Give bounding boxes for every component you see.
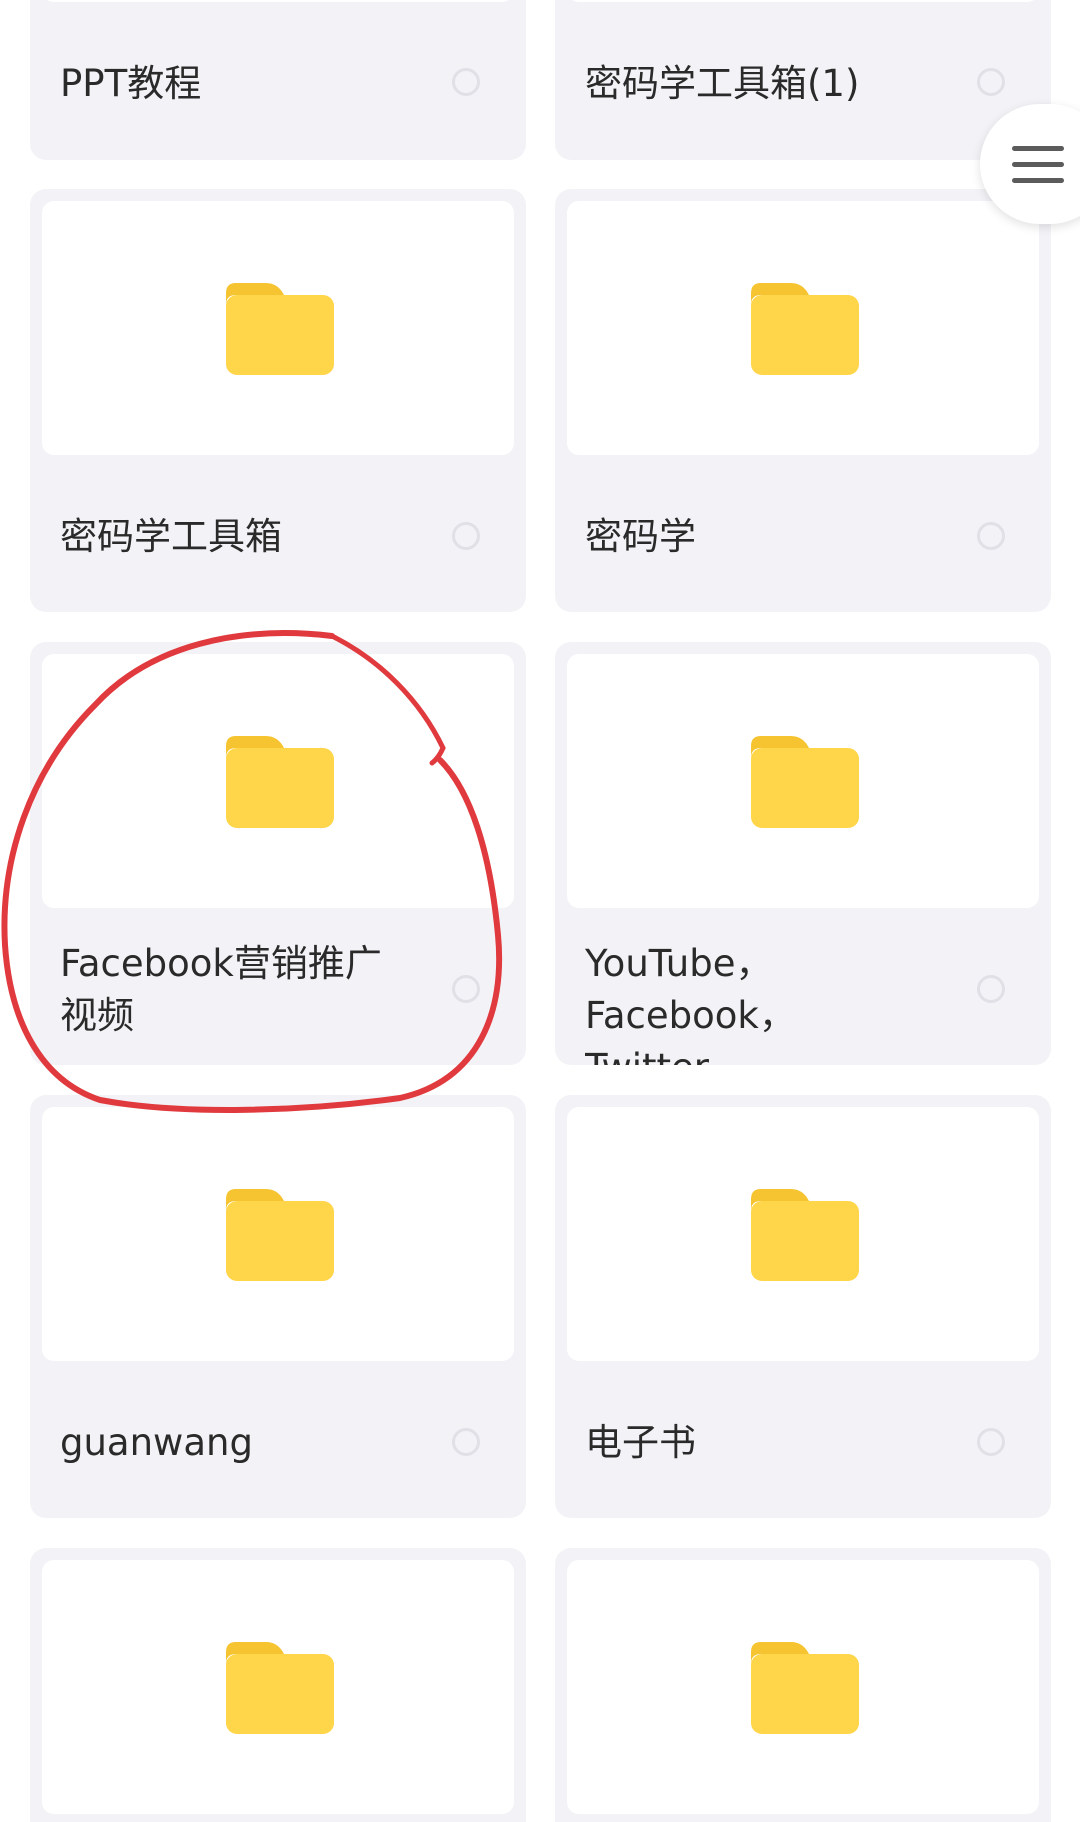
folder-name: 密码学工具箱(1) [585,62,860,105]
folder-icon [751,736,859,828]
file-grid-page: PPT教程 密码学工具箱(1) 密码学工具箱 密码学 Facebook营销推广 … [0,0,1080,1822]
folder-card[interactable]: 密码学工具箱(1) [555,0,1051,160]
folder-icon [751,1189,859,1281]
folder-name: 密码学 [585,515,696,558]
folder-card[interactable]: PPT教程 [30,0,526,160]
select-radio[interactable] [977,1428,1005,1456]
select-radio[interactable] [977,522,1005,550]
folder-thumbnail [567,0,1039,2]
folder-card[interactable] [555,1548,1051,1822]
folder-thumbnail [567,654,1039,908]
select-radio[interactable] [977,975,1005,1003]
folder-icon [226,1189,334,1281]
folder-thumbnail [567,1560,1039,1814]
folder-icon [226,736,334,828]
folder-thumbnail [42,201,514,455]
folder-name: Facebook营销推广 视频 [60,942,382,1037]
folder-card[interactable] [30,1548,526,1822]
folder-icon [751,1642,859,1734]
folder-thumbnail [42,0,514,2]
select-radio[interactable] [452,975,480,1003]
folder-icon [226,283,334,375]
folder-name: PPT教程 [60,62,202,105]
folder-thumbnail [567,201,1039,455]
folder-name: YouTube， Facebook，Twitter... [585,942,796,1065]
select-radio[interactable] [452,1428,480,1456]
select-radio[interactable] [977,68,1005,96]
folder-card[interactable]: 密码学 [555,189,1051,612]
folder-card[interactable]: 电子书 [555,1095,1051,1518]
folder-icon [751,283,859,375]
folder-card[interactable]: 密码学工具箱 [30,189,526,612]
folder-card[interactable]: Facebook营销推广 视频 [30,642,526,1065]
folder-name: 密码学工具箱 [60,515,282,558]
folder-card[interactable]: YouTube， Facebook，Twitter... [555,642,1051,1065]
folder-thumbnail [42,654,514,908]
folder-card[interactable]: guanwang [30,1095,526,1518]
folder-name: 电子书 [585,1421,696,1464]
select-radio[interactable] [452,522,480,550]
select-radio[interactable] [452,68,480,96]
folder-icon [226,1642,334,1734]
folder-thumbnail [42,1107,514,1361]
folder-thumbnail [567,1107,1039,1361]
folder-name: guanwang [60,1421,253,1464]
folder-thumbnail [42,1560,514,1814]
